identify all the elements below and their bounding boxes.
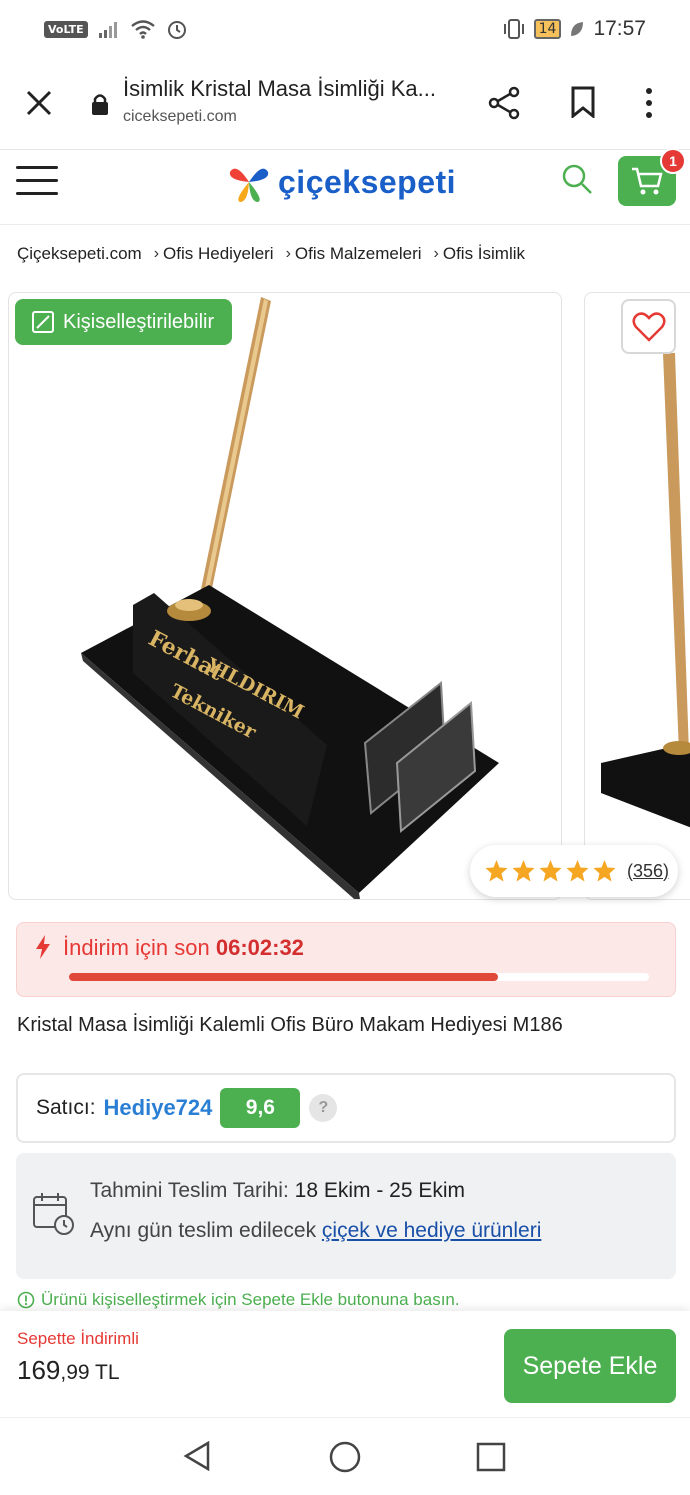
countdown-time: 06:02:32 — [215, 935, 304, 960]
edit-icon — [32, 311, 54, 333]
lock-icon — [92, 94, 108, 115]
same-day-products-link[interactable]: çiçek ve hediye ürünleri — [322, 1219, 541, 1242]
breadcrumb-item[interactable]: Ofis Hediyeleri — [163, 244, 274, 264]
chevron-right-icon: › — [433, 245, 439, 262]
countdown-progress — [69, 973, 649, 981]
search-icon[interactable] — [560, 162, 594, 196]
clock: 17:57 — [593, 17, 646, 40]
seller-label: Satıcı: — [36, 1096, 96, 1119]
logo-text: çiçeksepeti — [278, 163, 457, 200]
breadcrumb-item[interactable]: Çiçeksepeti.com — [17, 244, 142, 264]
address-bar[interactable]: İsimlik Kristal Masa İsimliği Ka... cice… — [123, 76, 463, 126]
back-icon[interactable] — [182, 1440, 212, 1472]
browser-toolbar: İsimlik Kristal Masa İsimliği Ka... cice… — [0, 58, 690, 150]
product-title: Kristal Masa İsimliği Kalemli Ofis Büro … — [17, 1014, 563, 1036]
share-icon[interactable] — [488, 86, 522, 120]
bolt-icon — [36, 935, 50, 959]
name-plate-illustration-partial — [601, 353, 690, 828]
cart-count-badge: 1 — [660, 148, 686, 174]
price-main: 169 — [17, 1355, 61, 1385]
menu-icon[interactable] — [16, 166, 58, 198]
battery-indicator: 14 — [533, 19, 562, 39]
customizable-label: Kişiselleştirilebilir — [63, 310, 215, 333]
star-icon — [593, 860, 616, 882]
star-icon — [485, 860, 508, 882]
site-header: çiçeksepeti 1 — [0, 148, 690, 225]
price-decimals: ,99 TL — [60, 1361, 120, 1384]
page-url: ciceksepeti.com — [123, 108, 237, 125]
add-to-cart-button[interactable]: Sepete Ekle — [504, 1329, 676, 1403]
countdown-progress-fill — [69, 973, 499, 981]
breadcrumb-item[interactable]: Ofis İsimlik — [443, 244, 525, 264]
customize-hint-text: Ürünü kişiselleştirmek için Sepete Ekle … — [41, 1290, 460, 1309]
name-plate-illustration: Ferhat YILDIRIM Tekniker — [81, 297, 499, 899]
alarm-icon — [167, 21, 186, 39]
heart-icon — [632, 311, 665, 342]
delivery-dates: 18 Ekim - 25 Ekim — [294, 1179, 466, 1202]
wifi-icon — [130, 20, 155, 39]
star-icon — [512, 860, 535, 882]
more-icon[interactable] — [643, 86, 655, 120]
breadcrumb-item[interactable]: Ofis Malzemeleri — [295, 244, 422, 264]
countdown-text: İndirim için son — [63, 935, 210, 960]
product-image[interactable]: Ferhat YILDIRIM Tekniker — [8, 292, 562, 900]
info-icon — [17, 1291, 35, 1309]
breadcrumb: Çiçeksepeti.com › Ofis Hediyeleri › Ofis… — [17, 244, 525, 264]
rating-count[interactable]: (356) — [627, 861, 669, 882]
price: 169,99 TL — [17, 1355, 120, 1386]
logo-mark-icon — [229, 168, 269, 202]
cart-discount-label: Sepette İndirimli — [17, 1329, 139, 1348]
customize-hint: Ürünü kişiselleştirmek için Sepete Ekle … — [17, 1290, 460, 1310]
customizable-badge: Kişiselleştirilebilir — [15, 299, 233, 345]
page-title: İsimlik Kristal Masa İsimliği Ka... — [123, 76, 436, 101]
calendar-icon — [33, 1193, 74, 1235]
same-day-line: Aynı gün teslim edilecek çiçek ve hediye… — [90, 1219, 541, 1243]
countdown-label: İndirim için son 06:02:32 — [63, 935, 304, 961]
help-icon[interactable]: ? — [309, 1094, 338, 1122]
chevron-right-icon: › — [285, 245, 291, 262]
star-icon — [539, 860, 562, 882]
seller-score-badge: 9,6 — [220, 1088, 301, 1128]
favorite-button[interactable] — [621, 299, 676, 354]
product-image-next[interactable] — [584, 292, 690, 900]
delivery-info: Tahmini Teslim Tarihi: 18 Ekim - 25 Ekim… — [16, 1153, 676, 1279]
seller-info: Satıcı: Hediye724 9,6 ? — [16, 1073, 676, 1143]
same-day-text: Aynı gün teslim edilecek — [90, 1219, 317, 1242]
rating-summary[interactable]: (356) — [470, 845, 678, 897]
vibrate-icon — [503, 19, 524, 39]
star-icon — [566, 860, 589, 882]
discount-countdown: İndirim için son 06:02:32 — [16, 922, 676, 997]
seller-name-link[interactable]: Hediye724 — [104, 1095, 213, 1121]
chevron-right-icon: › — [153, 245, 160, 262]
system-navigation — [0, 1417, 690, 1495]
delivery-label: Tahmini Teslim Tarihi: — [90, 1179, 289, 1202]
close-icon[interactable] — [24, 88, 54, 118]
bookmark-icon[interactable] — [570, 86, 596, 118]
purchase-bar: Sepette İndirimli 169,99 TL Sepete Ekle — [0, 1311, 690, 1417]
volte-indicator: VoLTE — [44, 20, 88, 38]
site-logo[interactable]: çiçeksepeti — [226, 160, 456, 204]
cart-icon — [632, 167, 663, 195]
recent-apps-icon[interactable] — [476, 1442, 506, 1472]
status-bar: VoLTE 14 17:57 — [0, 0, 690, 58]
signal-icon — [98, 22, 117, 38]
leaf-icon — [571, 22, 584, 36]
delivery-estimate: Tahmini Teslim Tarihi: 18 Ekim - 25 Ekim — [90, 1179, 465, 1203]
home-icon[interactable] — [328, 1440, 362, 1474]
